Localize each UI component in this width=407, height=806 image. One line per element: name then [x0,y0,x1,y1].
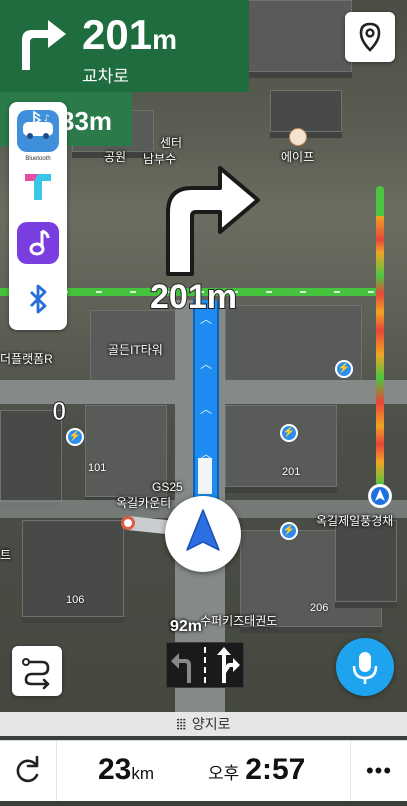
building-number: 201 [282,466,301,478]
music-app[interactable] [17,222,59,264]
remaining-distance: 23km [98,753,154,787]
arrival-time: 오후 2:57 [208,753,305,787]
bluetooth-app[interactable] [17,278,59,320]
ev-charger-icon: ⚡ [280,522,298,540]
bottom-bar: 23km 오후 2:57 ••• [0,740,407,801]
turn-right-icon [166,166,260,276]
ev-charger-icon: ⚡ [66,428,84,446]
lane-guidance [166,642,244,688]
voice-search-button[interactable] [336,638,394,696]
traffic-bar [376,186,384,486]
turn-distance-value: 201 [82,11,153,58]
ev-charger-icon: ⚡ [335,360,353,378]
start-point-marker [121,516,135,530]
arrival-time-value: 2:57 [245,753,306,786]
more-menu-button[interactable]: ••• [350,741,407,801]
speed-label: 0 [51,396,67,427]
lane-next-distance: 92m [170,618,203,635]
lane-straight-right-icon [217,647,240,683]
bluetooth-audio-app[interactable]: ♪ Bluetooth [17,110,59,162]
turn-right-icon [22,20,66,70]
location-pin-button[interactable] [345,12,395,62]
remaining-distance-value: 23 [98,753,132,786]
turn-distance: 201m [82,12,177,63]
poi-label: 트 [0,548,12,562]
map-label: 더플랫폼R [0,352,53,366]
current-location-marker [165,496,241,572]
building [270,90,342,132]
poi-label: 옥길제일풍경채 [316,514,394,528]
car-navigation-arrow-icon [371,487,389,505]
svg-text:♪: ♪ [44,114,50,124]
current-road-name: 양지로 [191,716,231,732]
building-number: 106 [66,594,85,606]
building [335,520,397,602]
app-launcher: ♪ Bluetooth [9,102,67,330]
poi-label: GS25 [152,480,183,494]
map-label: 센터 [160,136,183,150]
poi-label: 옥길카운티 [116,496,172,510]
music-note-icon [29,229,50,256]
tmap-app[interactable] [17,164,59,206]
turn-road-name: 교차로 [82,67,129,86]
route-options-icon [22,658,50,690]
secondary-distance: 33m [60,106,113,136]
location-pin-icon [359,22,381,52]
turn-guidance-banner[interactable]: 201m 교차로 [0,0,249,92]
map-label: 골든IT타워 [108,343,163,357]
map-label: 공원 [104,150,127,164]
map-turn-distance: 201m [149,277,238,317]
building-number: 206 [310,602,329,614]
bluetooth-audio-label: Bluetooth [25,156,51,162]
ev-charger-icon: ⚡ [280,424,298,442]
tmap-icon [25,174,51,200]
bluetooth-audio-icon: ♪ [23,110,53,139]
arrival-ampm: 오후 [208,764,240,783]
lane-left-turn-icon [171,653,191,683]
more-icon: ••• [365,758,393,783]
white-road-segment [198,458,212,494]
turn-distance-unit: m [152,24,177,55]
map-label: 에이프 [281,150,315,164]
building [225,405,337,487]
reroute-button[interactable] [0,741,57,801]
bluetooth-icon [30,284,47,314]
building-number: 101 [88,462,107,474]
route-options-button[interactable] [12,646,62,696]
microphone-icon [352,652,378,684]
remaining-distance-unit: km [131,764,155,783]
cafe-icon [289,128,307,146]
poi-label: 수퍼키즈태권도 [200,614,278,628]
building [240,0,352,72]
car-navigation-arrow-icon [186,509,220,551]
current-road-bar: ⦙⦙⦙ 양지로 [0,712,407,736]
traffic-position-marker [368,484,392,508]
refresh-icon [16,755,39,783]
road-sign-icon: ⦙⦙⦙ [176,716,186,732]
